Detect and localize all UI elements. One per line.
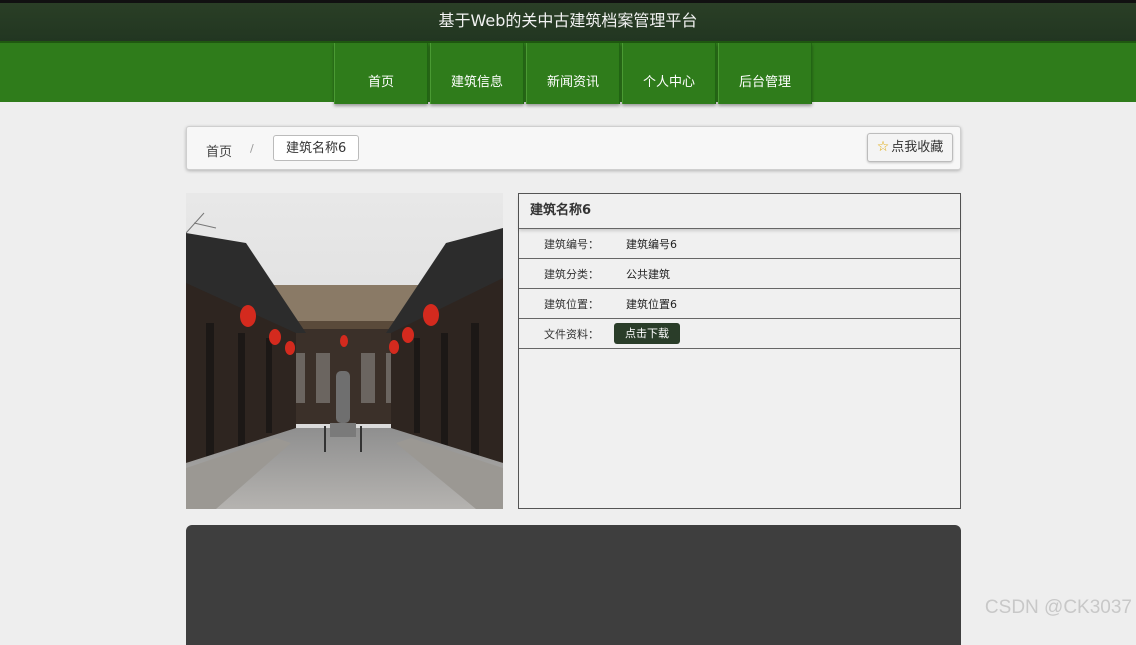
nav-item-profile[interactable]: 个人中心: [622, 43, 716, 104]
breadcrumb-current: 建筑名称6: [273, 135, 360, 161]
star-outline-icon: ☆: [876, 139, 890, 155]
favorite-button[interactable]: ☆ 点我收藏: [867, 133, 953, 162]
watermark: CSDN @CK3037: [984, 597, 1132, 618]
detail-row-file: 文件资料： 点击下载: [519, 319, 960, 349]
detail-label: 建筑编号：: [544, 237, 599, 251]
detail-value: 建筑编号6: [626, 237, 677, 251]
breadcrumb-separator: /: [250, 142, 254, 155]
main-nav: 首页 建筑信息 新闻资讯 个人中心 后台管理: [0, 41, 1136, 104]
site-title-bar: 基于Web的关中古建筑档案管理平台: [0, 0, 1136, 41]
detail-row-location: 建筑位置： 建筑位置6: [519, 289, 960, 319]
nav-item-admin[interactable]: 后台管理: [718, 43, 812, 104]
building-detail-panel: 建筑名称6 建筑编号： 建筑编号6 建筑分类： 公共建筑 建筑位置： 建筑位置6…: [518, 193, 961, 509]
detail-label: 建筑位置：: [544, 297, 599, 311]
detail-label: 建筑分类：: [544, 267, 599, 281]
nav-item-news[interactable]: 新闻资讯: [526, 43, 620, 104]
nav-item-buildings[interactable]: 建筑信息: [430, 43, 524, 104]
breadcrumb: 首页 / 建筑名称6 ☆ 点我收藏: [186, 126, 961, 170]
breadcrumb-home-link[interactable]: 首页: [206, 141, 232, 160]
detail-value: 公共建筑: [626, 267, 670, 281]
detail-row-category: 建筑分类： 公共建筑: [519, 259, 960, 289]
content-section-dark: [186, 525, 961, 645]
download-button[interactable]: 点击下载: [614, 323, 680, 344]
building-name-heading: 建筑名称6: [519, 194, 960, 229]
detail-label: 文件资料：: [544, 327, 599, 341]
site-title: 基于Web的关中古建筑档案管理平台: [438, 11, 698, 30]
detail-value: 建筑位置6: [626, 297, 677, 311]
detail-row-code: 建筑编号： 建筑编号6: [519, 229, 960, 259]
favorite-button-label: 点我收藏: [891, 140, 944, 155]
building-photo: [186, 193, 503, 509]
nav-item-home[interactable]: 首页: [334, 43, 428, 104]
